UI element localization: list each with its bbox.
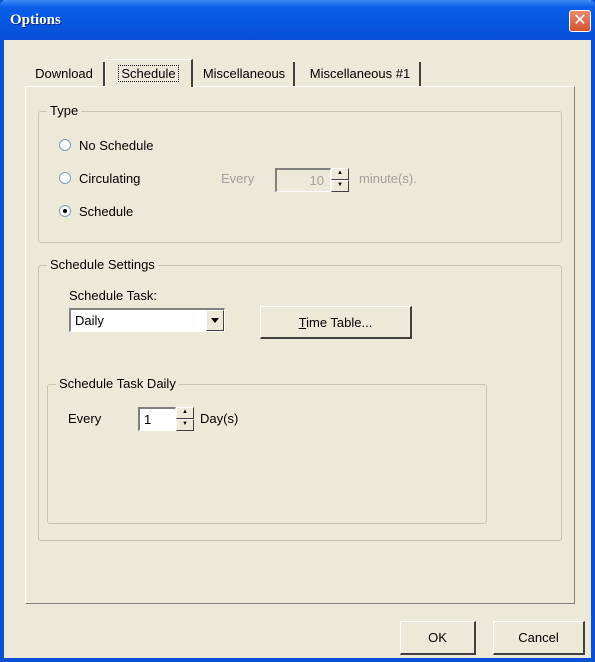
circulating-unit-label: minute(s). (359, 171, 417, 186)
tab-download-label: Download (35, 66, 93, 81)
daily-every-label: Every (68, 411, 102, 426)
radio-button-icon[interactable] (59, 205, 71, 217)
options-dialog: Options ✕ Download Schedule Miscellaneou… (0, 0, 595, 662)
tab-download[interactable]: Download (25, 62, 105, 86)
tab-miscellaneous[interactable]: Miscellaneous (195, 62, 295, 86)
daily-days-value: 1 (144, 412, 152, 427)
schedule-tab-panel: Type No Schedule Circulating Schedule Ev… (25, 86, 575, 604)
circulating-minutes-input[interactable]: 10 (275, 168, 331, 192)
radio-no-schedule-label: No Schedule (79, 138, 154, 153)
tab-miscellaneous-label: Miscellaneous (202, 66, 286, 81)
type-groupbox: Type No Schedule Circulating Schedule Ev… (38, 103, 562, 243)
circulating-minutes-spinner[interactable]: ▲ ▼ (331, 168, 349, 192)
title-bar[interactable]: Options ✕ (0, 0, 595, 40)
daily-days-spinner[interactable]: ▲ ▼ (176, 407, 194, 431)
down-arrow-icon[interactable]: ▼ (331, 180, 349, 192)
window-title: Options (10, 12, 61, 28)
tab-schedule-label: Schedule (118, 65, 179, 82)
schedule-task-label: Schedule Task: (69, 288, 157, 303)
radio-button-icon[interactable] (59, 139, 71, 151)
tab-schedule[interactable]: Schedule (105, 59, 193, 87)
time-table-button[interactable]: Time Table... (260, 306, 412, 339)
chevron-down-icon (211, 318, 219, 323)
schedule-settings-group-label: Schedule Settings (47, 257, 158, 272)
schedule-task-value: Daily (75, 313, 104, 328)
tab-miscellaneous-1[interactable]: Miscellaneous #1 (301, 62, 421, 86)
down-arrow-icon[interactable]: ▼ (176, 419, 194, 431)
schedule-settings-groupbox: Schedule Settings Schedule Task: Daily T… (38, 257, 562, 541)
circulating-minutes-value: 10 (309, 173, 324, 188)
daily-unit-label: Day(s) (200, 411, 239, 426)
time-table-mnemonic: T (298, 315, 307, 330)
cancel-button-label: Cancel (518, 630, 559, 645)
ok-button[interactable]: OK (400, 621, 476, 655)
schedule-task-dropdown-button[interactable] (206, 310, 224, 331)
radio-selected-dot-icon (63, 209, 67, 213)
close-icon: ✕ (573, 10, 587, 29)
type-group-label: Type (47, 103, 82, 118)
radio-button-icon[interactable] (59, 172, 71, 184)
schedule-task-daily-groupbox: Schedule Task Daily Every 1 ▲ ▼ Day(s) (47, 376, 487, 524)
radio-schedule-label: Schedule (79, 204, 134, 219)
radio-circulating-label: Circulating (79, 171, 141, 186)
circulating-every-label: Every (221, 171, 255, 186)
tab-miscellaneous-1-label: Miscellaneous #1 (309, 66, 411, 81)
close-button[interactable]: ✕ (569, 10, 591, 32)
schedule-task-select[interactable]: Daily (69, 308, 225, 332)
schedule-task-daily-group-label: Schedule Task Daily (56, 376, 179, 391)
time-table-label: ime Table... (306, 315, 373, 330)
up-arrow-icon[interactable]: ▲ (331, 168, 349, 180)
ok-button-label: OK (428, 630, 447, 645)
up-arrow-icon[interactable]: ▲ (176, 407, 194, 419)
cancel-button[interactable]: Cancel (493, 621, 585, 655)
daily-days-input[interactable]: 1 (138, 407, 176, 431)
